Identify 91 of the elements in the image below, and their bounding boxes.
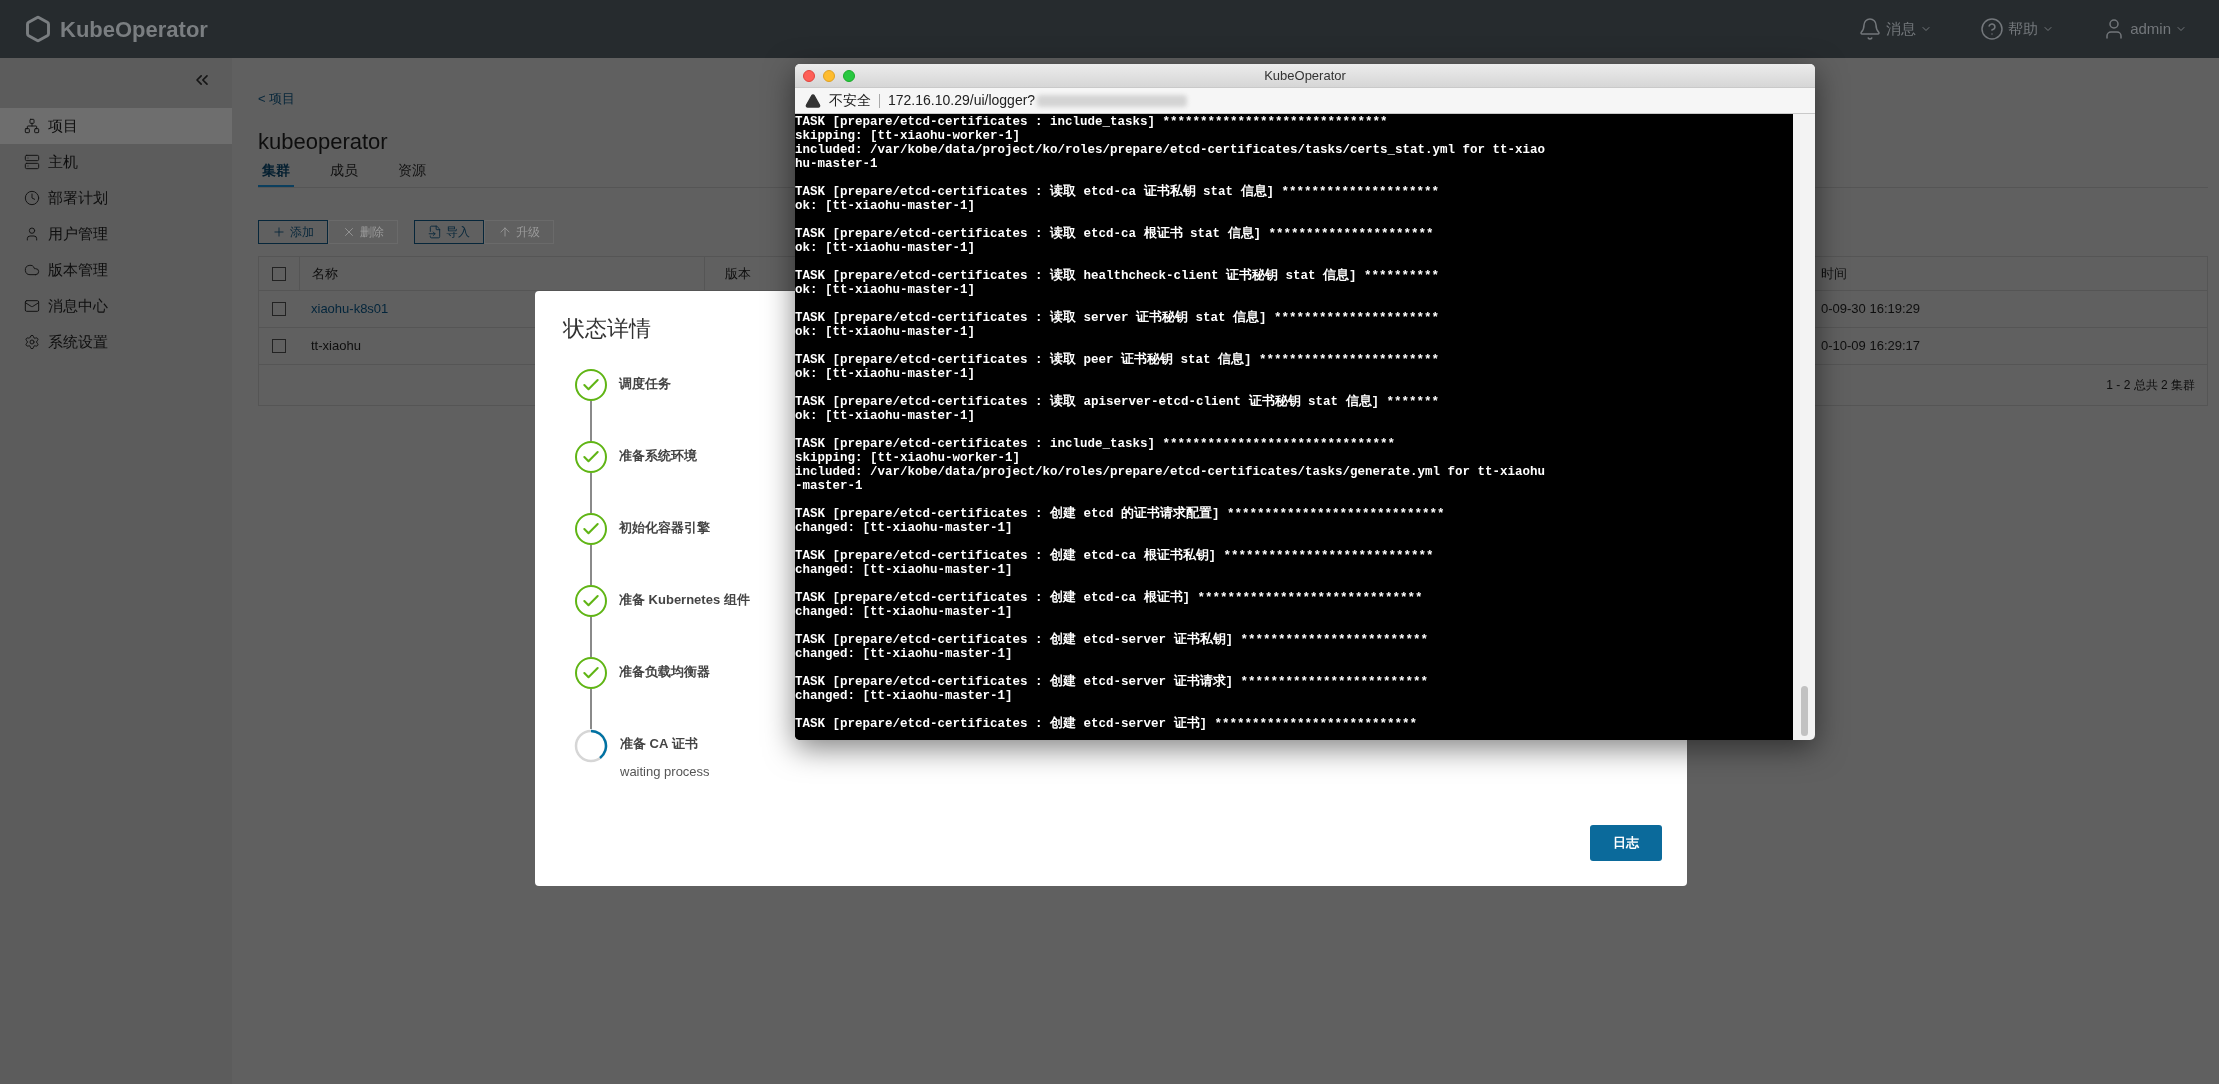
log-line: ok: [tt-xiaohu-master-1] — [795, 325, 976, 339]
clock-icon — [24, 190, 40, 206]
log-line: changed: [tt-xiaohu-master-1] — [795, 689, 1013, 703]
dialog-title: 状态详情 — [563, 315, 651, 343]
log-line: skipping: [tt-xiaohu-worker-1] — [795, 129, 1021, 143]
bell-icon — [1858, 17, 1883, 41]
header-menu[interactable]: 消息 — [1858, 17, 1933, 41]
log-line: ok: [tt-xiaohu-master-1] — [795, 283, 976, 297]
arrow-up-icon — [498, 225, 512, 239]
log-line: TASK [prepare/etcd-certificates : 读取 apiserver-etcd-client 证书秘钥 stat 信息] ******* — [795, 395, 1440, 409]
row-checkbox[interactable] — [272, 302, 286, 316]
cluster-link[interactable]: xiaohu-k8s01 — [311, 301, 389, 317]
row-checkbox[interactable] — [272, 339, 286, 353]
log-line: TASK [prepare/etcd-certificates : 创建 etcd-ca 根证书] ****************************** — [795, 591, 1423, 605]
hexagon-logo-icon — [24, 15, 52, 43]
log-line: -master-1 — [795, 479, 863, 493]
log-line: TASK [prepare/etcd-certificates : 读取 etcd-ca 根证书 stat 信息] ********************** — [795, 227, 1434, 241]
import-icon — [428, 225, 442, 239]
toolbar-button[interactable]: 添加 — [258, 220, 328, 244]
log-line: ok: [tt-xiaohu-master-1] — [795, 409, 976, 423]
log-line: TASK [prepare/etcd-certificates : 读取 server 证书秘钥 stat 信息] ********************** — [795, 311, 1440, 325]
security-label: 不安全 — [829, 91, 871, 110]
log-line: ok: [tt-xiaohu-master-1] — [795, 199, 976, 213]
sidebar-item[interactable]: 版本管理 — [0, 252, 232, 288]
log-line: changed: [tt-xiaohu-master-1] — [795, 563, 1013, 577]
tab[interactable]: 成员 — [326, 160, 362, 187]
step-label: 初始化容器引擎 — [619, 519, 710, 537]
log-line: changed: [tt-xiaohu-master-1] — [795, 521, 1013, 535]
log-line: skipping: [tt-xiaohu-worker-1] — [795, 451, 1021, 465]
log-line: TASK [prepare/etcd-certificates : include_tasks] ******************************* — [795, 437, 1396, 451]
step-label: 准备 Kubernetes 组件 — [619, 591, 750, 609]
close-icon — [342, 225, 356, 239]
step-label: 调度任务 — [619, 375, 671, 393]
sidebar-item[interactable]: 用户管理 — [0, 216, 232, 252]
log-line: TASK [prepare/etcd-certificates : 创建 etcd-server 证书私钥] ************************* — [795, 633, 1429, 647]
cloud-icon — [24, 262, 40, 278]
column-header: 时间 — [1821, 264, 1847, 283]
table-cell: 0-09-30 16:19:29 — [1821, 301, 1921, 317]
table-cell: 0-10-09 16:29:17 — [1821, 338, 1921, 354]
close-window-icon[interactable] — [803, 69, 815, 82]
step-label: 准备系统环境 — [619, 447, 697, 465]
user-icon — [24, 226, 40, 242]
step-detail: waiting process — [620, 762, 710, 781]
url-text[interactable]: 172.16.10.29/ui/logger? — [888, 90, 1036, 111]
column-header: 名称 — [312, 264, 338, 283]
mail-icon — [24, 298, 40, 314]
log-line: changed: [tt-xiaohu-master-1] — [795, 605, 1013, 619]
header-menu[interactable]: admin — [2102, 17, 2187, 41]
project-title: kubeoperator — [258, 128, 388, 156]
log-line: included: /var/kobe/data/project/ko/roles/prepare/etcd-certificates/tasks/generate.yml for tt-xiaohu — [795, 465, 1546, 479]
column-header: 版本 — [725, 264, 751, 283]
server-icon — [24, 154, 40, 170]
log-line: TASK [prepare/etcd-certificates : 读取 peer 证书秘钥 stat 信息] ************************ — [795, 353, 1440, 367]
plus-icon — [272, 225, 286, 239]
step-label: 准备负载均衡器 — [619, 663, 710, 681]
log-line: TASK [prepare/etcd-certificates : 创建 etcd-server 证书请求] ************************* — [795, 675, 1429, 689]
settings-icon — [24, 334, 40, 350]
log-line: TASK [prepare/etcd-certificates : include_tasks] ****************************** — [795, 115, 1388, 129]
log-line: TASK [prepare/etcd-certificates : 创建 etcd-server 证书] *************************** — [795, 717, 1418, 731]
log-line: hu-master-1 — [795, 157, 878, 171]
window-title: KubeOperator — [1264, 66, 1346, 85]
scrollbar-thumb[interactable] — [1800, 686, 1808, 736]
header-menu[interactable]: 帮助 — [1980, 17, 2055, 41]
log-button[interactable]: 日志 — [1590, 825, 1662, 861]
sidebar-item[interactable]: 部署计划 — [0, 180, 232, 216]
log-line: ok: [tt-xiaohu-master-1] — [795, 241, 976, 255]
sidebar-item[interactable]: 项目 — [0, 108, 232, 144]
log-line: changed: [tt-xiaohu-master-1] — [795, 647, 1013, 661]
log-line: TASK [prepare/etcd-certificates : 创建 etcd 的证书请求配置] ***************************** — [795, 507, 1445, 521]
minimize-window-icon[interactable] — [823, 69, 835, 82]
help-icon — [1980, 17, 2005, 41]
hierarchy-icon — [24, 118, 40, 134]
log-line: TASK [prepare/etcd-certificates : 读取 healthcheck-client 证书秘钥 stat 信息] ********** — [795, 269, 1440, 283]
log-line: ok: [tt-xiaohu-master-1] — [795, 367, 976, 381]
log-line: TASK [prepare/etcd-certificates : 创建 etcd-ca 根证书私钥] **************************** — [795, 549, 1434, 563]
select-all-checkbox[interactable] — [272, 266, 286, 281]
sidebar-item[interactable]: 系统设置 — [0, 324, 232, 360]
tab[interactable]: 集群 — [258, 160, 294, 187]
sidebar-item[interactable]: 消息中心 — [0, 288, 232, 324]
breadcrumb-link[interactable]: < 项目 — [258, 91, 296, 106]
app-logo-text: KubeOperator — [60, 15, 208, 44]
log-line: included: /var/kobe/data/project/ko/roles/prepare/etcd-certificates/tasks/certs_stat.yml for tt-xiao — [795, 143, 1546, 157]
warning-icon — [805, 92, 821, 109]
tab[interactable]: 资源 — [394, 160, 430, 187]
pagination-summary: 1 - 2 总共 2 集群 — [2106, 377, 2195, 394]
cluster-name: tt-xiaohu — [311, 338, 361, 354]
toolbar-button[interactable]: 导入 — [414, 220, 484, 244]
sidebar-item[interactable]: 主机 — [0, 144, 232, 180]
zoom-window-icon[interactable] — [843, 69, 855, 82]
log-line: TASK [prepare/etcd-certificates : 读取 etcd-ca 证书私钥 stat 信息] ********************* — [795, 185, 1440, 199]
step-label: 准备 CA 证书 — [620, 735, 698, 753]
